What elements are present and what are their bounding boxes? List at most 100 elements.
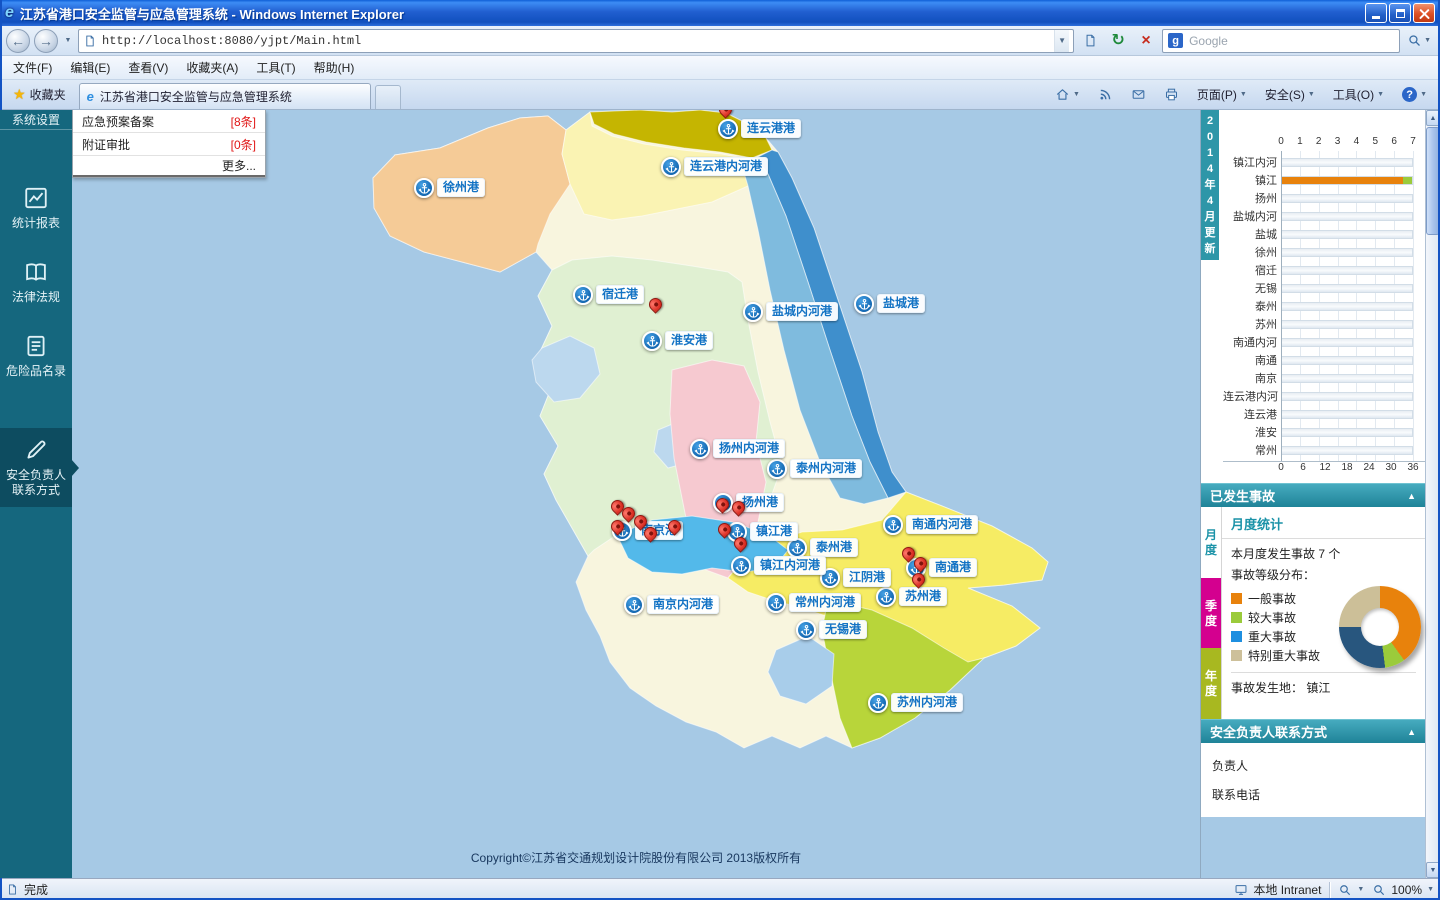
sidebar-item-1[interactable]: 法律法规 [0, 250, 72, 314]
port-marker-泰州港[interactable] [787, 538, 807, 558]
feeds-button[interactable] [1093, 83, 1118, 106]
collapse-up-icon[interactable]: ▲ [1407, 491, 1416, 501]
sidebar-item-2[interactable]: 危险品名录 [0, 324, 72, 388]
zoom-tool-button[interactable]: ▼ [1338, 883, 1364, 897]
close-button[interactable] [1413, 3, 1435, 23]
port-marker-徐州港[interactable] [414, 178, 434, 198]
port-marker-连云港内河港[interactable] [661, 157, 681, 177]
help-menu-button[interactable]: ?▼ [1397, 83, 1432, 106]
port-label-南京内河港[interactable]: 南京内河港 [647, 595, 719, 614]
port-marker-镇江内河港[interactable] [731, 556, 751, 576]
menu-item-0[interactable]: 文件(F) [4, 56, 61, 79]
accidents-panel-header[interactable]: 已发生事故 ▲ [1201, 483, 1425, 507]
port-marker-宿迁港[interactable] [573, 285, 593, 305]
page-menu-button[interactable]: 页面(P)▼ [1192, 82, 1252, 107]
stop-button[interactable]: × [1134, 29, 1158, 53]
accidents-panel: 月度季度年度 月度统计 本月度发生事故 7 个 事故等级分布： 一般事故较大事故… [1201, 507, 1425, 719]
quick-panel-row-1[interactable]: 附证审批[0条] [73, 133, 265, 156]
vertical-scrollbar[interactable]: ▲ ▼ [1425, 110, 1440, 878]
port-marker-苏州内河港[interactable] [868, 693, 888, 713]
port-label-镇江内河港[interactable]: 镇江内河港 [754, 556, 826, 575]
tab-main[interactable]: e 江苏省港口安全监管与应急管理系统 [79, 83, 371, 109]
accidents-tab-季度[interactable]: 季度 [1201, 578, 1221, 649]
accidents-tab-年度[interactable]: 年度 [1201, 648, 1221, 719]
url-dropdown[interactable]: ▼ [1054, 30, 1069, 52]
port-marker-连云港港[interactable] [718, 119, 738, 139]
collapse-up-icon[interactable]: ▲ [1407, 727, 1416, 737]
url-text[interactable]: http://localhost:8080/yjpt/Main.html [102, 34, 1049, 48]
port-label-江阴港[interactable]: 江阴港 [843, 568, 891, 587]
port-label-常州内河港[interactable]: 常州内河港 [789, 593, 861, 612]
search-placeholder: Google [1189, 34, 1394, 48]
port-label-宿迁港[interactable]: 宿迁港 [596, 285, 644, 304]
port-marker-泰州内河港[interactable] [767, 459, 787, 479]
port-label-徐州港[interactable]: 徐州港 [437, 178, 485, 197]
anchor-icon [665, 161, 678, 174]
forward-button[interactable]: → [34, 29, 58, 53]
scroll-up-button[interactable]: ▲ [1426, 110, 1440, 126]
port-marker-盐城港[interactable] [854, 294, 874, 314]
port-label-泰州内河港[interactable]: 泰州内河港 [790, 459, 862, 478]
bottom-axis-tick: 18 [1341, 462, 1352, 473]
compatibility-view-button[interactable] [1078, 29, 1102, 53]
menu-item-2[interactable]: 查看(V) [119, 56, 177, 79]
restore-button[interactable] [1389, 3, 1411, 23]
zoom-level-button[interactable]: 100% ▼ [1372, 883, 1434, 897]
port-label-镇江港[interactable]: 镇江港 [750, 522, 798, 541]
port-label-连云港内河港[interactable]: 连云港内河港 [684, 157, 768, 176]
port-label-盐城港[interactable]: 盐城港 [877, 294, 925, 313]
title-bar[interactable]: e 江苏省港口安全监管与应急管理系统 - Windows Internet Ex… [0, 0, 1440, 26]
quick-panel-row-0[interactable]: 应急预案备案[8条] [73, 110, 265, 133]
port-label-苏州港[interactable]: 苏州港 [899, 587, 947, 606]
read-mail-button[interactable] [1126, 83, 1151, 106]
port-marker-苏州港[interactable] [876, 587, 896, 607]
menu-item-4[interactable]: 工具(T) [247, 56, 304, 79]
port-label-南通港[interactable]: 南通港 [929, 558, 977, 577]
search-box[interactable]: g Google [1162, 29, 1400, 53]
sidebar-item-3[interactable]: 安全负责人 联系方式 [0, 428, 72, 507]
refresh-button[interactable]: ↻ [1106, 29, 1130, 53]
port-label-连云港港[interactable]: 连云港港 [741, 119, 801, 138]
port-marker-无锡港[interactable] [796, 620, 816, 640]
sidebar-item-system-settings[interactable]: 系统设置 [0, 110, 72, 130]
back-button[interactable]: ← [6, 29, 30, 53]
scrollbar-track[interactable] [1426, 126, 1440, 862]
port-marker-淮安港[interactable] [642, 331, 662, 351]
port-label-无锡港[interactable]: 无锡港 [819, 620, 867, 639]
more-link[interactable]: 更多... [73, 156, 265, 177]
chart-category-label: 盐城内河 [1223, 208, 1281, 224]
menu-item-5[interactable]: 帮助(H) [305, 56, 364, 79]
port-label-苏州内河港[interactable]: 苏州内河港 [891, 693, 963, 712]
port-marker-常州内河港[interactable] [766, 593, 786, 613]
sidebar-item-0[interactable]: 统计报表 [0, 176, 72, 240]
port-label-南通内河港[interactable]: 南通内河港 [906, 515, 978, 534]
chart-category-label: 泰州 [1223, 298, 1281, 314]
contacts-panel-header[interactable]: 安全负责人联系方式 ▲ [1201, 719, 1425, 743]
port-label-泰州港[interactable]: 泰州港 [810, 538, 858, 557]
bottom-axis-tick: 24 [1363, 462, 1374, 473]
minimize-button[interactable] [1365, 3, 1387, 23]
map-area[interactable]: 连云港港连云港内河港徐州港宿迁港盐城内河港盐城港淮安港扬州内河港泰州内河港扬州港… [72, 110, 1200, 878]
url-box[interactable]: http://localhost:8080/yjpt/Main.html ▼ [78, 29, 1074, 53]
menu-item-1[interactable]: 编辑(E) [61, 56, 119, 79]
safety-menu-button[interactable]: 安全(S)▼ [1260, 82, 1320, 107]
port-marker-南通内河港[interactable] [883, 515, 903, 535]
port-marker-盐城内河港[interactable] [743, 302, 763, 322]
search-go-button[interactable]: ▼ [1404, 29, 1434, 53]
menu-item-3[interactable]: 收藏夹(A) [177, 56, 247, 79]
new-tab-stub[interactable] [375, 85, 401, 109]
port-label-盐城内河港[interactable]: 盐城内河港 [766, 302, 838, 321]
accidents-tab-月度[interactable]: 月度 [1201, 507, 1221, 578]
port-label-淮安港[interactable]: 淮安港 [665, 331, 713, 350]
port-marker-南京内河港[interactable] [624, 595, 644, 615]
tools-menu-button[interactable]: 工具(O)▼ [1328, 82, 1389, 107]
port-label-扬州内河港[interactable]: 扬州内河港 [713, 439, 785, 458]
home-button[interactable]: ▼ [1050, 83, 1085, 106]
port-marker-扬州内河港[interactable] [690, 439, 710, 459]
history-dropdown[interactable]: ▼ [62, 29, 74, 53]
print-button[interactable] [1159, 83, 1184, 106]
scrollbar-thumb[interactable] [1426, 127, 1440, 235]
favorites-button[interactable]: ★ 收藏夹 [4, 82, 75, 107]
scroll-down-button[interactable]: ▼ [1426, 862, 1440, 878]
chart-row-镇江内河: 镇江内河 [1223, 153, 1425, 171]
